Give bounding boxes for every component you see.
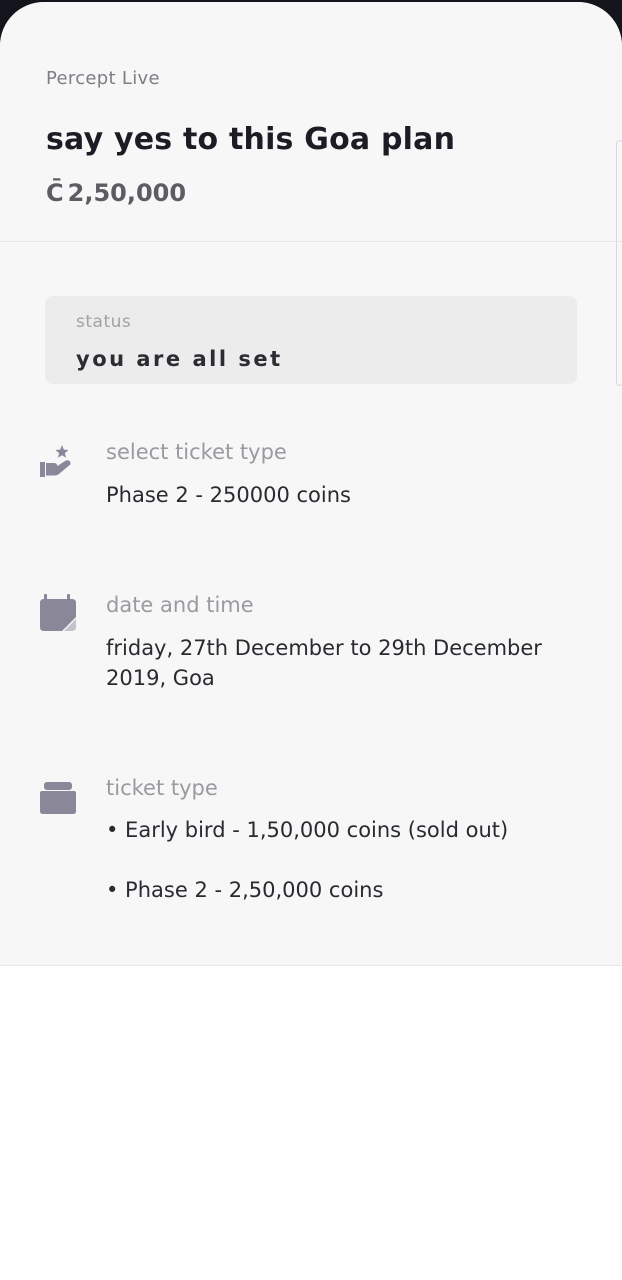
hand-star-icon xyxy=(40,445,71,477)
event-provider: Percept Live xyxy=(46,68,160,89)
status-label: status xyxy=(76,312,132,332)
status-panel: status you are all set xyxy=(45,296,577,384)
scroll-indicator[interactable] xyxy=(616,140,622,386)
ticket-type-item-early-bird: • Early bird - 1,50,000 coins (sold out) xyxy=(106,818,509,842)
event-price: C̄ 2,50,000 xyxy=(46,179,186,207)
select-ticket-type-value: Phase 2 - 250000 coins xyxy=(106,483,351,507)
event-detail-content: Percept Live say yes to this Goa plan C̄… xyxy=(0,2,622,966)
price-value: 2,50,000 xyxy=(67,179,187,207)
ticket-type-item-phase-2: • Phase 2 - 2,50,000 coins xyxy=(106,878,384,902)
event-detail-sheet: Percept Live say yes to this Goa plan C̄… xyxy=(0,2,622,1280)
ticket-icon xyxy=(40,782,76,814)
calendar-icon xyxy=(40,594,76,631)
status-value: you are all set xyxy=(76,347,283,371)
event-title: say yes to this Goa plan xyxy=(46,122,456,157)
header-divider xyxy=(0,241,622,242)
coin-icon: C̄ xyxy=(46,179,64,207)
date-time-value: friday, 27th December to 29th December 2… xyxy=(106,636,542,690)
date-time-label: date and time xyxy=(106,593,254,617)
ticket-type-label: ticket type xyxy=(106,776,218,800)
select-ticket-type-label: select ticket type xyxy=(106,440,287,464)
